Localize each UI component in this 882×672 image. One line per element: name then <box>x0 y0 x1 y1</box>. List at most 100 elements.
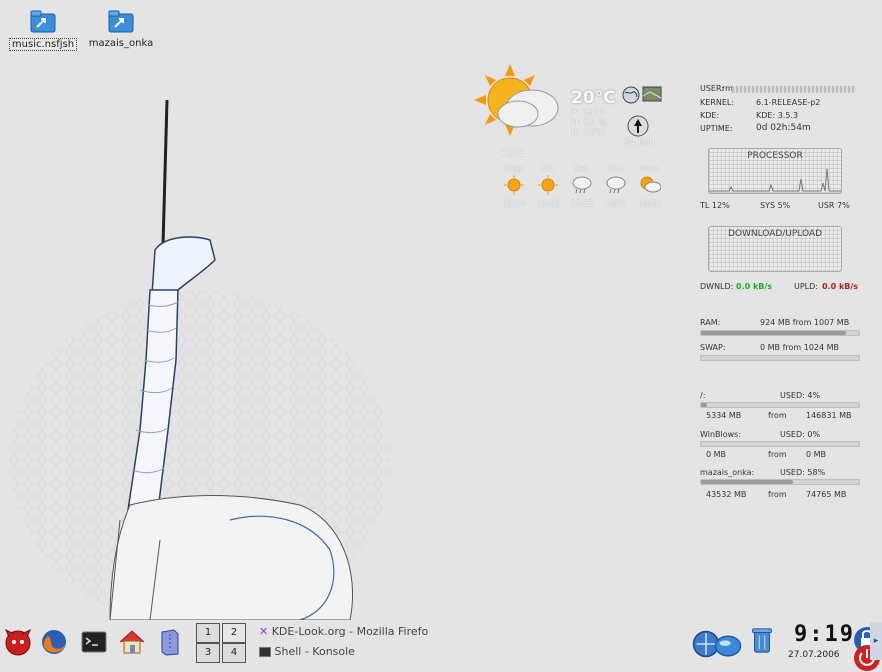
processor-tl: TL 12% <box>700 201 730 210</box>
processor-graph: PROCESSOR <box>708 148 842 194</box>
trash-icon[interactable] <box>748 626 776 654</box>
globe-icon[interactable] <box>622 86 640 104</box>
task-label: KDE-Look.org - Mozilla Firefo <box>271 625 429 638</box>
weather-widget: 20°C P: 1017 H: 64 % R: 20°C 34 kph Riga… <box>470 60 670 220</box>
desktop-icon-music[interactable]: music.nsfjsh <box>8 8 78 51</box>
desktop-icon-mazais-onka[interactable]: mazais_onka <box>86 8 156 49</box>
task-label: Shell - Konsole <box>274 645 355 658</box>
user-redaction <box>732 86 856 93</box>
ram-bar <box>700 330 860 336</box>
disk-bar <box>700 479 860 485</box>
city-name: Riga <box>500 146 525 159</box>
wind-direction-icon <box>627 115 649 137</box>
uptime-value: 0d 02h:54m <box>756 123 811 133</box>
konsole-window-icon <box>259 647 271 657</box>
archive-icon[interactable] <box>156 628 184 656</box>
desktop-icon-label: music.nsfjsh <box>8 38 78 51</box>
task-konsole[interactable]: Shell - Konsole <box>259 645 429 659</box>
download-label: DWNLD: <box>700 282 734 291</box>
disk-name: /: <box>700 391 706 400</box>
panel-arrow-right-icon[interactable]: ▸ <box>870 622 882 660</box>
disk-used: USED: 4% <box>780 391 821 400</box>
ram-label: RAM: <box>700 318 721 327</box>
task-firefox[interactable]: ✕ KDE-Look.org - Mozilla Firefo <box>259 625 429 639</box>
kde-value: KDE: 3.5.3 <box>756 111 799 120</box>
upload-value: 0.0 kB/s <box>822 282 859 291</box>
folder-link-icon <box>106 8 136 36</box>
ram-value: 924 MB from 1007 MB <box>760 318 850 327</box>
taskbar: 1 2 3 4 ✕ KDE-Look.org - Mozilla Firefo … <box>0 620 882 671</box>
processor-usr: USR 7% <box>818 201 850 210</box>
processor-sys: SYS 5% <box>760 201 791 210</box>
wallpaper-artwork <box>10 100 390 620</box>
disk-used: USED: 58% <box>780 468 826 477</box>
disk-bar-fill <box>701 480 793 484</box>
satellite-map-icon[interactable] <box>642 86 662 102</box>
network-title: DOWNLOAD/UPLOAD <box>727 229 823 239</box>
swap-label: SWAP: <box>700 343 726 352</box>
forecast-temps: 13/21 <box>604 199 628 208</box>
forecast-day: Fri: 16/22 <box>530 164 566 208</box>
wind-speed-text: 34 kph <box>624 138 655 148</box>
folder-link-icon <box>28 8 58 36</box>
processor-graph-line <box>709 168 841 192</box>
ram-bar-fill <box>701 331 847 335</box>
partly-cloudy-icon <box>632 175 668 197</box>
disk-bar-fill <box>701 403 708 407</box>
disk-from: from <box>768 411 787 420</box>
forecast-day: Sun: 13/21 <box>598 164 634 208</box>
firefox-window-icon: ✕ <box>259 625 269 638</box>
disk-total: 146831 MB <box>806 411 852 420</box>
desktop-icon-label: mazais_onka <box>88 38 154 49</box>
firefox-icon[interactable] <box>40 628 68 656</box>
clock-date[interactable]: 27.07.2006 <box>788 650 840 660</box>
forecast-temps: 13/22 <box>570 199 594 208</box>
disk-size: 0 MB <box>706 450 727 459</box>
forecast-day-label: 2day: <box>503 164 525 173</box>
download-value: 0.0 kB/s <box>736 282 773 291</box>
kernel-value: 6.1-RELEASE-p2 <box>756 98 821 107</box>
disk-size: 5334 MB <box>706 411 742 420</box>
network-graph: DOWNLOAD/UPLOAD <box>708 226 842 272</box>
current-temperature: 20°C <box>571 88 616 108</box>
uptime-label: UPTIME: <box>700 124 733 133</box>
forecast-temps: 13/25 <box>638 199 662 208</box>
terminal-icon[interactable] <box>80 628 108 656</box>
kde-label: KDE: <box>700 111 720 120</box>
forecast-day-label: Fri: <box>541 164 555 173</box>
desktop-pager-2[interactable]: 2 <box>222 623 246 643</box>
forecast-day-label: Mon: <box>640 164 660 173</box>
disk-name: mazais_onka: <box>700 468 755 477</box>
humidity-text: H: 64 % <box>571 118 607 128</box>
forecast-temps: 16/22 <box>536 199 560 208</box>
sun-cloud-icon <box>474 64 559 136</box>
realfeel-text: R: 20°C <box>571 128 606 138</box>
home-icon[interactable] <box>118 628 146 656</box>
disk-from: from <box>768 490 787 499</box>
disk-name: WinBlows: <box>700 430 742 439</box>
disk-size: 43532 MB <box>706 490 747 499</box>
upload-label: UPLD: <box>794 282 818 291</box>
disk-used: USED: 0% <box>780 430 821 439</box>
kernel-label: KERNEL: <box>700 98 735 107</box>
forecast-day: Mon: 13/25 <box>632 164 668 208</box>
desktop-pager-3[interactable]: 3 <box>196 643 220 663</box>
user-label: USER: <box>700 84 724 93</box>
forecast-day: 2day: 11/20 <box>496 164 532 208</box>
sun-icon <box>496 175 532 197</box>
storm-icon <box>598 175 634 197</box>
desktop-pager-4[interactable]: 4 <box>222 643 246 663</box>
sun-icon <box>530 175 566 197</box>
forecast-temps: 11/20 <box>502 199 526 208</box>
desktop-pager-1[interactable]: 1 <box>196 623 220 643</box>
kde-menu-icon[interactable] <box>4 628 32 656</box>
clock-time[interactable]: 9:19 <box>794 622 855 647</box>
disk-from: from <box>768 450 787 459</box>
forecast-day-label: Sun: <box>607 164 625 173</box>
disk-bar <box>700 441 860 447</box>
storm-icon <box>564 175 600 197</box>
kmix-icon[interactable] <box>714 632 742 660</box>
swap-value: 0 MB from 1024 MB <box>760 343 840 352</box>
disk-total: 74765 MB <box>806 490 847 499</box>
disk-total: 0 MB <box>806 450 827 459</box>
